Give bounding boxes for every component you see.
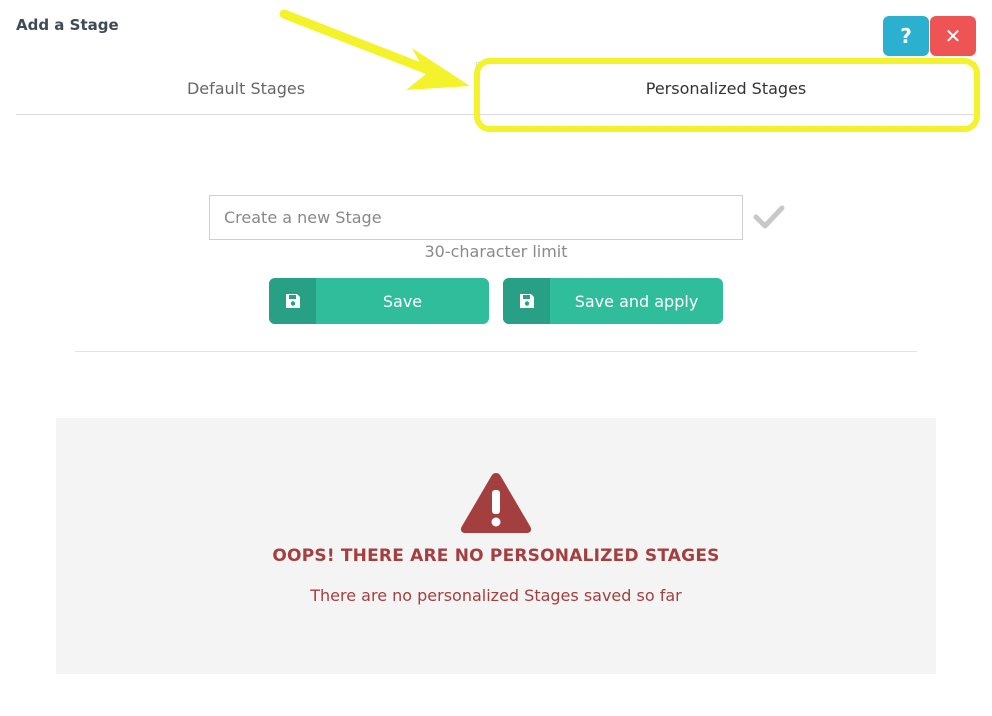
new-stage-input[interactable] — [209, 195, 743, 240]
save-button[interactable]: Save — [269, 278, 489, 324]
character-limit-hint: 30-character limit — [424, 242, 568, 261]
checkmark-icon[interactable] — [753, 203, 785, 231]
save-button-label: Save — [382, 291, 423, 311]
tab-personalized-stages[interactable]: Personalized Stages — [476, 62, 976, 114]
close-button[interactable]: ✕ — [930, 16, 976, 56]
dialog-title: Add a Stage — [16, 16, 119, 34]
save-and-apply-button[interactable]: Save and apply — [503, 278, 723, 324]
floppy-disk-icon — [269, 278, 316, 324]
stage-tabs: Default Stages Personalized Stages — [16, 62, 976, 115]
empty-state-title: OOPS! THERE ARE NO PERSONALIZED STAGES — [272, 546, 720, 566]
question-mark-icon: ? — [900, 24, 912, 48]
tab-label: Personalized Stages — [645, 79, 807, 98]
tab-label: Default Stages — [186, 78, 306, 98]
floppy-disk-icon — [503, 278, 550, 324]
tab-default-stages[interactable]: Default Stages — [16, 62, 476, 114]
save-and-apply-button-label: Save and apply — [574, 291, 699, 311]
close-icon: ✕ — [944, 24, 962, 48]
warning-triangle-icon — [460, 473, 532, 533]
empty-state-description: There are no personalized Stages saved s… — [310, 586, 682, 605]
help-button[interactable]: ? — [883, 16, 929, 56]
section-divider — [75, 351, 917, 352]
